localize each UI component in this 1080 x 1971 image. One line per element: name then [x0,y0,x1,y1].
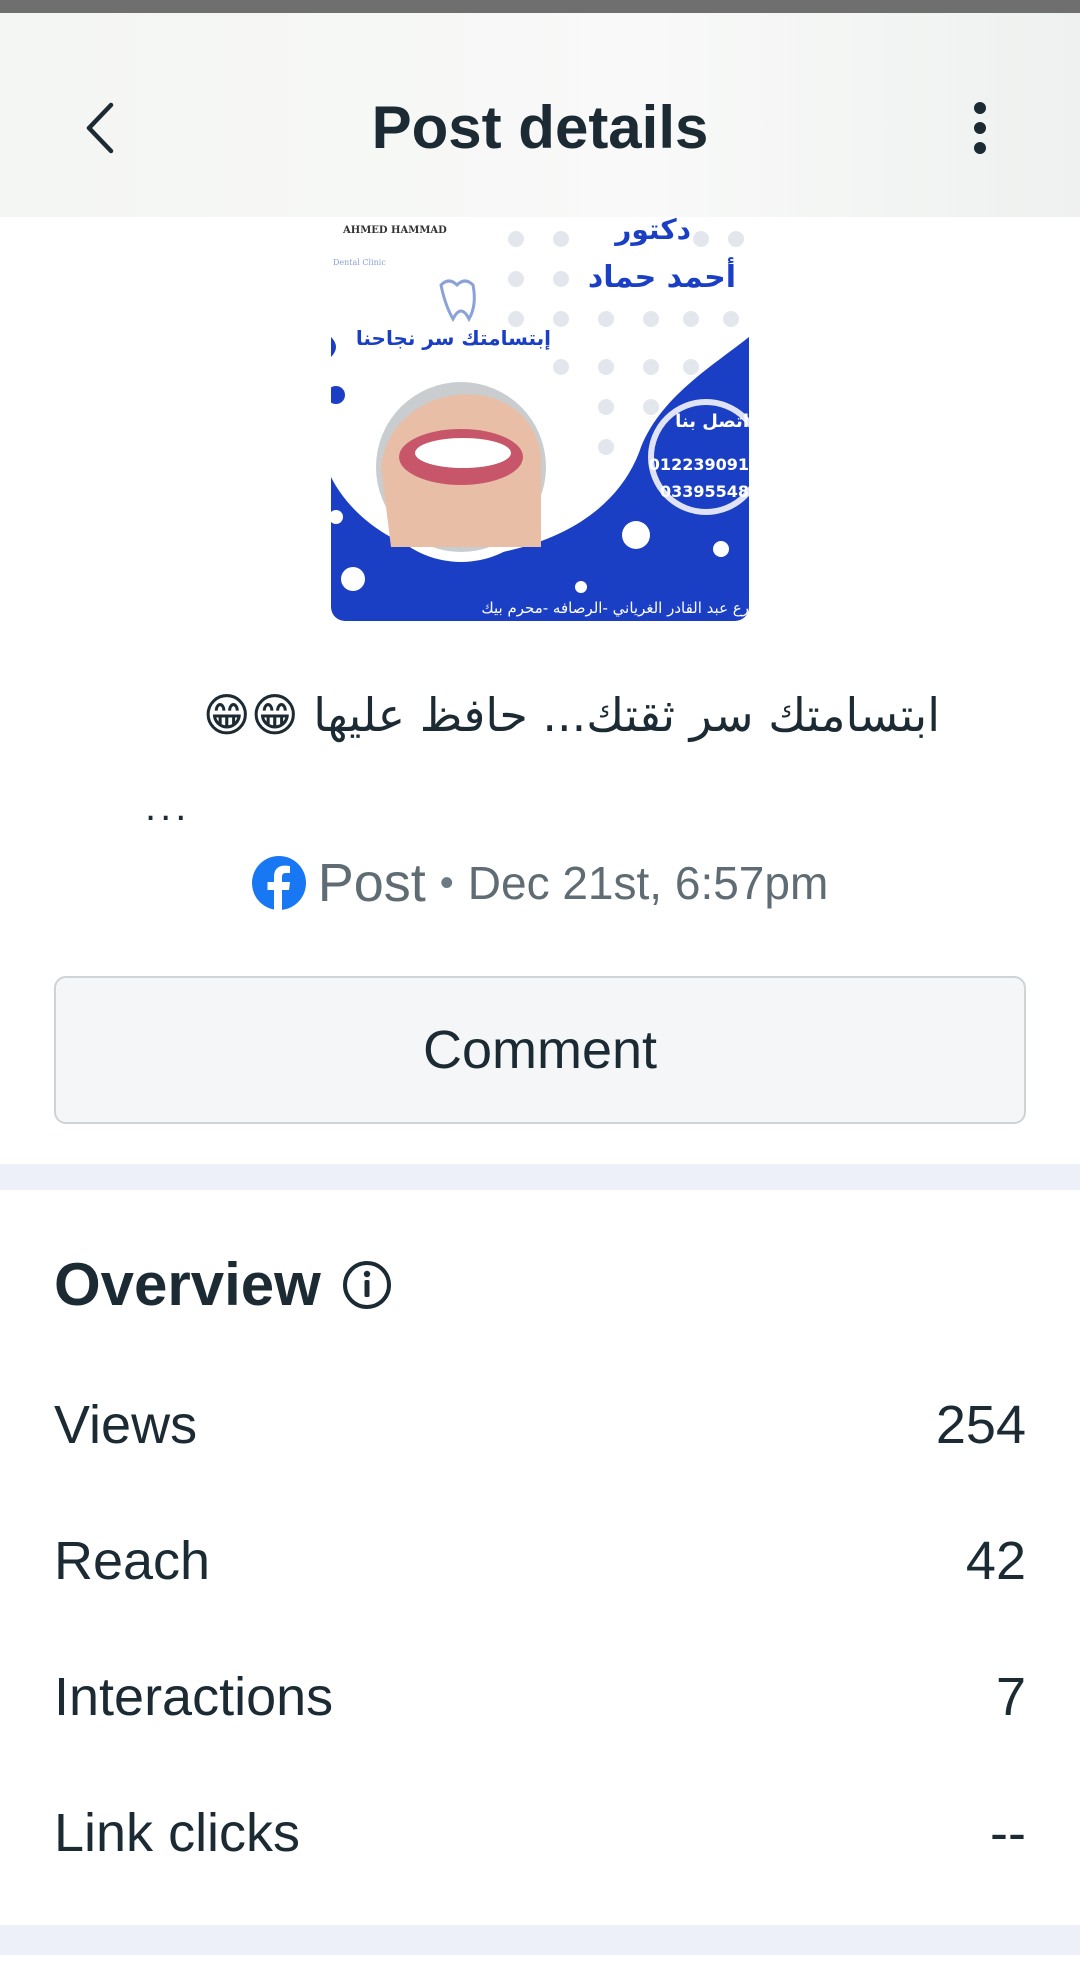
overview-title: Overview [54,1251,321,1318]
section-divider [0,1164,1080,1190]
svg-text:دكتور: دكتور [613,217,691,246]
svg-text:إبتسامتك سر نجاحنا: إبتسامتك سر نجاحنا [356,326,551,350]
facebook-icon [251,856,306,910]
svg-text:03395548: 03395548 [660,482,749,501]
see-more-ellipsis[interactable]: ... [145,785,190,830]
metric-value: 42 [965,1531,1026,1591]
metric-row-link-clicks: Link clicks -- [54,1788,1026,1878]
metric-label: Reach [54,1531,211,1591]
comment-button[interactable]: Comment [54,976,1026,1124]
metric-label: Link clicks [54,1803,301,1863]
dental-clinic-ad-graphic: AHMED HAMMAD Dental Clinic دكتور أحمد حم… [331,217,749,621]
status-strip [0,0,1080,13]
metric-value: -- [990,1803,1026,1863]
app-header: Post details [0,13,1080,217]
post-image[interactable]: AHMED HAMMAD Dental Clinic دكتور أحمد حم… [331,217,749,621]
info-icon[interactable] [341,1259,393,1311]
post-caption: ابتسامتك سر ثقتك... حافظ عليها 😁😁 [202,688,940,742]
metric-label: Interactions [54,1667,334,1727]
svg-text:012239091: 012239091 [649,455,749,474]
svg-text:اتصل بنا: اتصل بنا [675,411,749,432]
svg-text:أحمد حماد: أحمد حماد [588,257,736,295]
post-type-label: Post [317,853,426,913]
post-date: Dec 21st, 6:57pm [467,857,829,909]
metric-row-interactions: Interactions 7 [54,1652,1026,1742]
metric-value: 7 [995,1667,1026,1727]
more-vertical-icon [974,102,986,154]
section-divider-bottom [0,1925,1080,1955]
overview-header: Overview [54,1250,393,1319]
page-title: Post details [371,94,709,161]
more-options-button[interactable] [950,93,1010,163]
metric-row-views: Views 254 [54,1380,1026,1470]
post-meta: Post • Dec 21st, 6:57pm [0,852,1080,914]
svg-text:رع عبد القادر الغرياني -الرصاف: رع عبد القادر الغرياني -الرصافه -محرم بي… [481,599,749,618]
meta-separator: • [439,860,454,905]
svg-text:Dental Clinic: Dental Clinic [333,258,386,267]
metric-row-reach: Reach 42 [54,1516,1026,1606]
svg-text:AHMED HAMMAD: AHMED HAMMAD [342,225,447,236]
metric-label: Views [54,1395,198,1455]
metric-value: 254 [935,1395,1026,1455]
